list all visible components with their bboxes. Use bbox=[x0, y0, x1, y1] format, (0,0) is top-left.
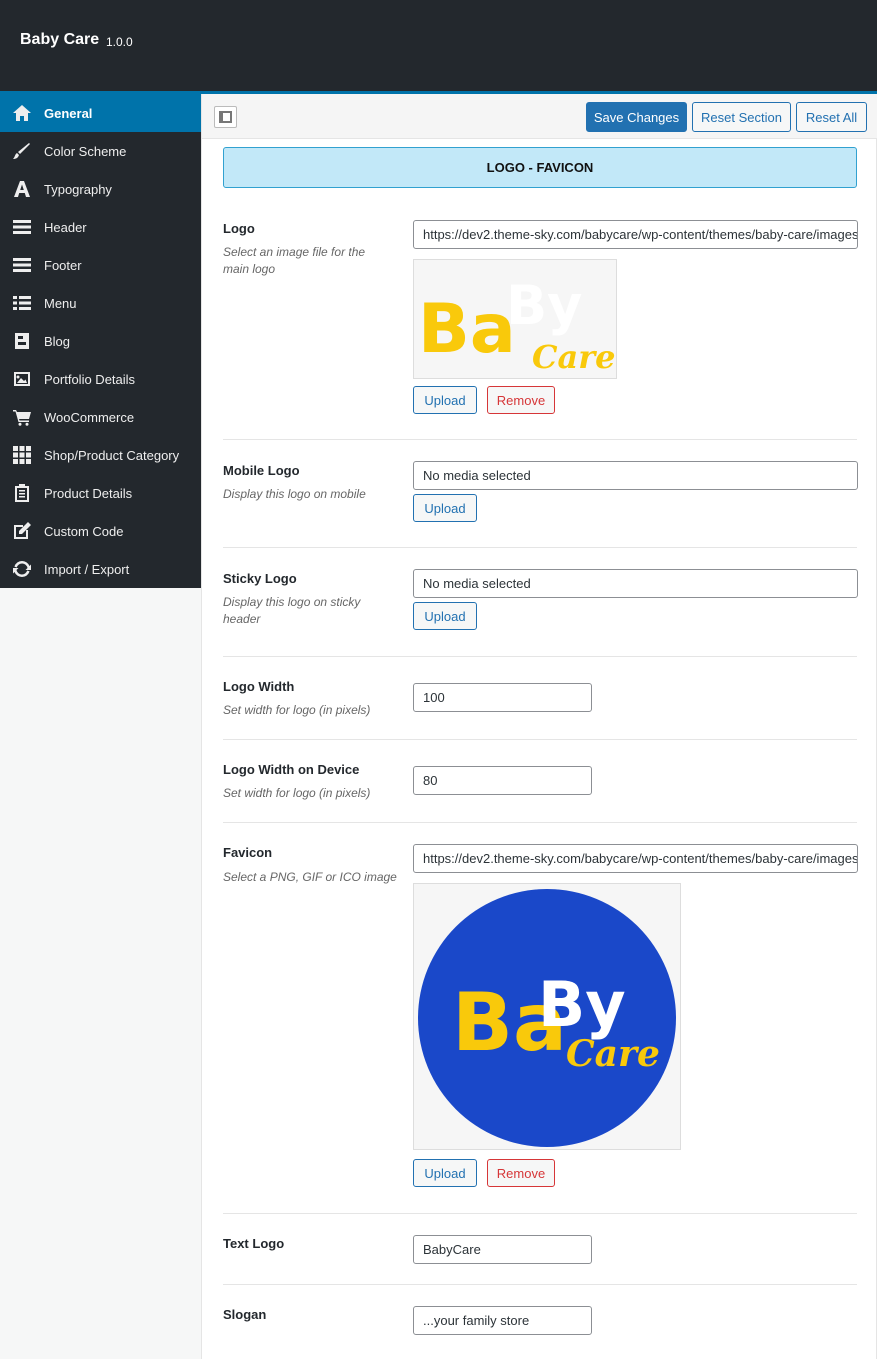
favicon-label: Favicon bbox=[223, 845, 273, 860]
logo-description: Select an image file for the main logo bbox=[223, 245, 366, 276]
divider bbox=[223, 822, 857, 823]
edit-icon bbox=[0, 521, 44, 541]
sidebar-item-label: Product Details bbox=[44, 485, 133, 501]
sidebar-item-label: General bbox=[44, 105, 93, 121]
mobile-logo-label: Mobile Logo bbox=[223, 463, 300, 478]
sidebar-item-label: WooCommerce bbox=[44, 409, 135, 425]
logo-width-input[interactable]: 100 bbox=[413, 683, 592, 712]
favicon-image: Ba By Care bbox=[418, 889, 676, 1147]
clipboard-icon bbox=[0, 483, 44, 503]
section-title: LOGO - FAVICON bbox=[223, 147, 857, 188]
divider bbox=[223, 1284, 857, 1285]
mobile-logo-input[interactable]: No media selected bbox=[413, 461, 858, 490]
sidebar-item-label: Header bbox=[44, 219, 87, 235]
sidebar-item-import-export[interactable]: Import / Export bbox=[0, 550, 201, 588]
grid-icon bbox=[0, 445, 44, 465]
sidebar-item-label: Typography bbox=[44, 181, 112, 197]
logo-text-ba: Ba bbox=[418, 290, 516, 369]
logo-width-description: Set width for logo (in pixels) bbox=[223, 703, 371, 717]
divider bbox=[223, 547, 857, 548]
logo-text-care: Care bbox=[532, 338, 615, 376]
reset-all-button[interactable]: Reset All bbox=[796, 102, 867, 132]
sidebar-item-label: Blog bbox=[44, 333, 71, 349]
home-icon bbox=[0, 103, 44, 123]
sidebar-item-label: Import / Export bbox=[44, 561, 130, 577]
text-logo-label: Text Logo bbox=[223, 1236, 285, 1251]
sidebar-item-label: Portfolio Details bbox=[44, 371, 136, 387]
sticky-logo-upload-button[interactable]: Upload bbox=[413, 602, 477, 630]
cart-icon bbox=[0, 407, 44, 427]
logo-width-device-label: Logo Width on Device bbox=[223, 762, 360, 777]
app-title: Baby Care bbox=[20, 31, 100, 48]
app-version: 1.0.0 bbox=[106, 35, 133, 49]
logo-width-device-input[interactable]: 80 bbox=[413, 766, 592, 795]
mobile-logo-description: Display this logo on mobile bbox=[223, 487, 366, 501]
blogger-icon bbox=[0, 331, 44, 351]
sticky-logo-label: Sticky Logo bbox=[223, 571, 297, 586]
image-icon bbox=[0, 369, 44, 389]
refresh-icon bbox=[0, 559, 44, 579]
logo-label: Logo bbox=[223, 221, 255, 236]
logo-url-input[interactable]: https://dev2.theme-sky.com/babycare/wp-c… bbox=[413, 220, 858, 249]
sidebar-item-label: Custom Code bbox=[44, 523, 124, 539]
sidebar-item-portfolio-details[interactable]: Portfolio Details bbox=[0, 360, 201, 398]
divider bbox=[223, 1213, 857, 1214]
divider bbox=[223, 739, 857, 740]
divider bbox=[223, 439, 857, 440]
sidebar-item-label: Shop/Product Category bbox=[44, 447, 180, 463]
favicon-upload-button[interactable]: Upload bbox=[413, 1159, 477, 1187]
favicon-remove-button[interactable]: Remove bbox=[487, 1159, 555, 1187]
sticky-logo-description: Display this logo on sticky header bbox=[223, 595, 361, 626]
save-changes-button[interactable]: Save Changes bbox=[586, 102, 687, 132]
sidebar-item-menu[interactable]: Menu bbox=[0, 284, 201, 322]
sidebar-item-product-details[interactable]: Product Details bbox=[0, 474, 201, 512]
sidebar-item-general[interactable]: General bbox=[0, 94, 201, 132]
list-icon bbox=[0, 293, 44, 313]
divider bbox=[223, 656, 857, 657]
sidebar: General Color Scheme Typography Header F… bbox=[0, 94, 201, 588]
favicon-url-input[interactable]: https://dev2.theme-sky.com/babycare/wp-c… bbox=[413, 844, 858, 873]
favicon-text-by: By bbox=[538, 968, 626, 1041]
sidebar-item-label: Color Scheme bbox=[44, 143, 127, 159]
sticky-logo-input[interactable]: No media selected bbox=[413, 569, 858, 598]
logo-upload-button[interactable]: Upload bbox=[413, 386, 477, 414]
logo-width-device-description: Set width for logo (in pixels) bbox=[223, 786, 371, 800]
brush-icon bbox=[0, 141, 44, 161]
sidebar-item-footer[interactable]: Footer bbox=[0, 246, 201, 284]
logo-preview: Ba By Care bbox=[413, 259, 617, 379]
expand-icon bbox=[219, 111, 232, 123]
sidebar-item-label: Menu bbox=[44, 295, 77, 311]
favicon-description: Select a PNG, GIF or ICO image bbox=[223, 870, 397, 884]
text-logo-input[interactable]: BabyCare bbox=[413, 1235, 592, 1264]
logo-remove-button[interactable]: Remove bbox=[487, 386, 555, 414]
logo-width-label: Logo Width bbox=[223, 679, 295, 694]
sidebar-item-shop-product-category[interactable]: Shop/Product Category bbox=[0, 436, 201, 474]
slogan-input[interactable]: ...your family store bbox=[413, 1306, 592, 1335]
sidebar-item-header[interactable]: Header bbox=[0, 208, 201, 246]
sidebar-item-custom-code[interactable]: Custom Code bbox=[0, 512, 201, 550]
slogan-label: Slogan bbox=[223, 1307, 267, 1322]
sidebar-item-typography[interactable]: Typography bbox=[0, 170, 201, 208]
logo-image: Ba By Care bbox=[418, 274, 615, 376]
logo-text-by: By bbox=[506, 274, 582, 337]
options-panel: Save Changes Reset Section Reset All LOG… bbox=[201, 94, 877, 1359]
favicon-text-care: Care bbox=[566, 1033, 660, 1075]
sidebar-item-label: Footer bbox=[44, 257, 82, 273]
sidebar-item-blog[interactable]: Blog bbox=[0, 322, 201, 360]
expand-options-button[interactable] bbox=[214, 106, 237, 128]
menu-lines-icon bbox=[0, 217, 44, 237]
mobile-logo-upload-button[interactable]: Upload bbox=[413, 494, 477, 522]
reset-section-button[interactable]: Reset Section bbox=[692, 102, 791, 132]
sidebar-item-woocommerce[interactable]: WooCommerce bbox=[0, 398, 201, 436]
toolbar: Save Changes Reset Section Reset All bbox=[202, 94, 877, 139]
top-bar: Baby Care 1.0.0 bbox=[0, 0, 877, 91]
typography-icon bbox=[0, 179, 44, 199]
favicon-preview: Ba By Care bbox=[413, 883, 681, 1150]
menu-lines-icon bbox=[0, 255, 44, 275]
sidebar-item-color-scheme[interactable]: Color Scheme bbox=[0, 132, 201, 170]
